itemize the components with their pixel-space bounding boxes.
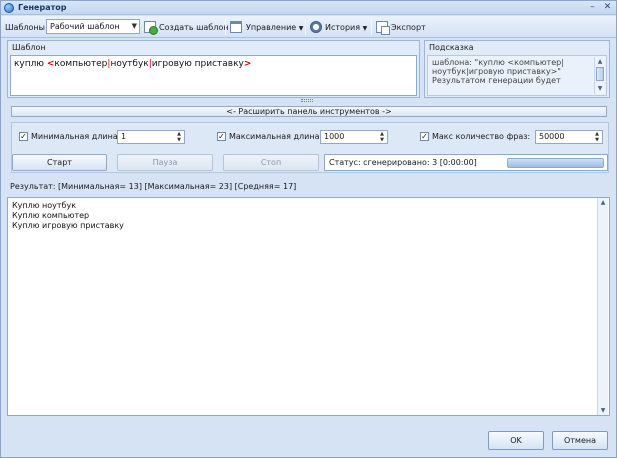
max-phrases-checkbox[interactable]: ✓	[420, 132, 429, 141]
toolbar-separator	[371, 19, 372, 35]
progress-bar	[507, 158, 604, 168]
template-close-bracket: >	[243, 59, 252, 69]
template-select-value: Рабочий шаблон	[50, 22, 120, 31]
template-option: игровую приставку	[151, 59, 244, 69]
chevron-down-icon: ▼	[298, 25, 304, 32]
output-lines: Куплю ноутбук Куплю компьютер Куплю игрову…	[12, 201, 124, 231]
expand-toolbar-button[interactable]: <- Расширить панель инструментов ->	[11, 106, 607, 117]
scrollbar-thumb[interactable]	[596, 67, 604, 81]
scroll-up-icon[interactable]: ▲	[595, 57, 605, 66]
status-text: Статус: сгенерировано: 3 [0:00:00]	[329, 158, 477, 167]
result-summary: Результат: [Минимальная= 13] [Максимальн…	[10, 182, 297, 191]
scroll-up-icon[interactable]: ▲	[598, 198, 608, 207]
min-length-checkbox[interactable]: ✓	[19, 132, 28, 141]
ok-button[interactable]: OK	[488, 431, 544, 450]
spinner-arrows-icon[interactable]: ▲ ▼	[593, 131, 601, 143]
new-template-icon	[144, 21, 158, 35]
output-scrollbar[interactable]: ▲ ▼	[597, 198, 608, 415]
template-panel: Шаблон куплю <компьютер|ноутбук|игровую …	[7, 40, 420, 98]
max-length-checkbox[interactable]: ✓	[217, 132, 226, 141]
export-button[interactable]: Экспорт	[391, 21, 426, 34]
manage-button[interactable]: Управление ▼	[246, 21, 303, 34]
template-select[interactable]: Рабочий шаблон ▼	[46, 19, 140, 34]
output-line[interactable]: Куплю игровую приставку	[12, 221, 124, 231]
scroll-down-icon[interactable]: ▼	[595, 84, 605, 93]
hint-text: шаблона: "куплю <компьютер|ноутбук|игров…	[432, 58, 564, 85]
hint-panel-label: Подсказка	[429, 43, 474, 52]
toolbar: Шаблоны Рабочий шаблон ▼ Создать шаблон …	[1, 16, 616, 38]
progress-fill	[508, 159, 603, 167]
spinner-arrows-icon[interactable]: ▲ ▼	[175, 131, 183, 143]
output-list[interactable]: Куплю ноутбук Куплю компьютер Куплю игрову…	[7, 197, 610, 416]
max-length-input[interactable]: 1000 ▲ ▼	[320, 130, 388, 144]
hint-panel: Подсказка шаблона: "куплю <компьютер|ноу…	[424, 40, 610, 98]
title-bar: Генератор – ✕	[1, 1, 616, 15]
chevron-down-icon: ▼	[131, 22, 137, 30]
output-line[interactable]: Куплю компьютер	[12, 211, 124, 221]
max-phrases-label: Макс количество фраз:	[432, 132, 531, 141]
start-button[interactable]: Старт	[12, 154, 107, 171]
toolbar-separator	[225, 19, 226, 35]
scroll-down-icon[interactable]: ▼	[598, 406, 608, 415]
max-length-value: 1000	[324, 132, 345, 141]
spinner-arrows-icon[interactable]: ▲ ▼	[378, 131, 386, 143]
pause-button[interactable]: Пауза	[117, 154, 213, 171]
hint-text-area: шаблона: "куплю <компьютер|ноутбук|игров…	[427, 55, 607, 96]
manage-label: Управление	[246, 23, 297, 32]
toolbar-separator	[305, 19, 306, 35]
max-length-label: Максимальная длина:	[229, 132, 323, 141]
generator-window: Генератор – ✕ Шаблоны Рабочий шаблон ▼ С…	[0, 0, 617, 458]
create-template-button[interactable]: Создать шаблон	[159, 21, 228, 34]
template-word: куплю	[14, 59, 44, 69]
export-icon	[376, 21, 390, 35]
close-button[interactable]: ✕	[601, 2, 614, 13]
splitter-handle[interactable]	[301, 99, 313, 102]
hint-scrollbar[interactable]: ▲ ▼	[594, 57, 605, 94]
max-phrases-value: 50000	[539, 132, 565, 141]
minimize-button[interactable]: –	[586, 2, 599, 13]
max-phrases-input[interactable]: 50000 ▲ ▼	[535, 130, 603, 144]
window-title: Генератор	[18, 3, 67, 12]
template-editor[interactable]: куплю <компьютер|ноутбук|игровую пристав…	[10, 55, 417, 96]
window-icon	[230, 21, 242, 33]
history-label: История	[325, 23, 361, 32]
output-line[interactable]: Куплю ноутбук	[12, 201, 124, 211]
templates-label: Шаблоны	[5, 23, 45, 32]
cancel-button[interactable]: Отмена	[552, 431, 608, 450]
template-panel-label: Шаблон	[12, 43, 46, 52]
template-option: компьютер	[54, 59, 108, 69]
history-button[interactable]: История ▼	[325, 21, 367, 34]
stop-button[interactable]: Стоп	[223, 154, 319, 171]
min-length-label: Минимальная длина:	[31, 132, 121, 141]
chevron-down-icon: ▼	[362, 25, 368, 32]
history-icon	[310, 21, 322, 33]
template-option: ноутбук	[110, 59, 149, 69]
tools-panel: ✓ Минимальная длина: 1 ▲ ▼ ✓ Максимальная…	[11, 122, 609, 173]
app-icon	[4, 3, 14, 13]
min-length-value: 1	[121, 132, 127, 141]
min-length-input[interactable]: 1 ▲ ▼	[117, 130, 185, 144]
